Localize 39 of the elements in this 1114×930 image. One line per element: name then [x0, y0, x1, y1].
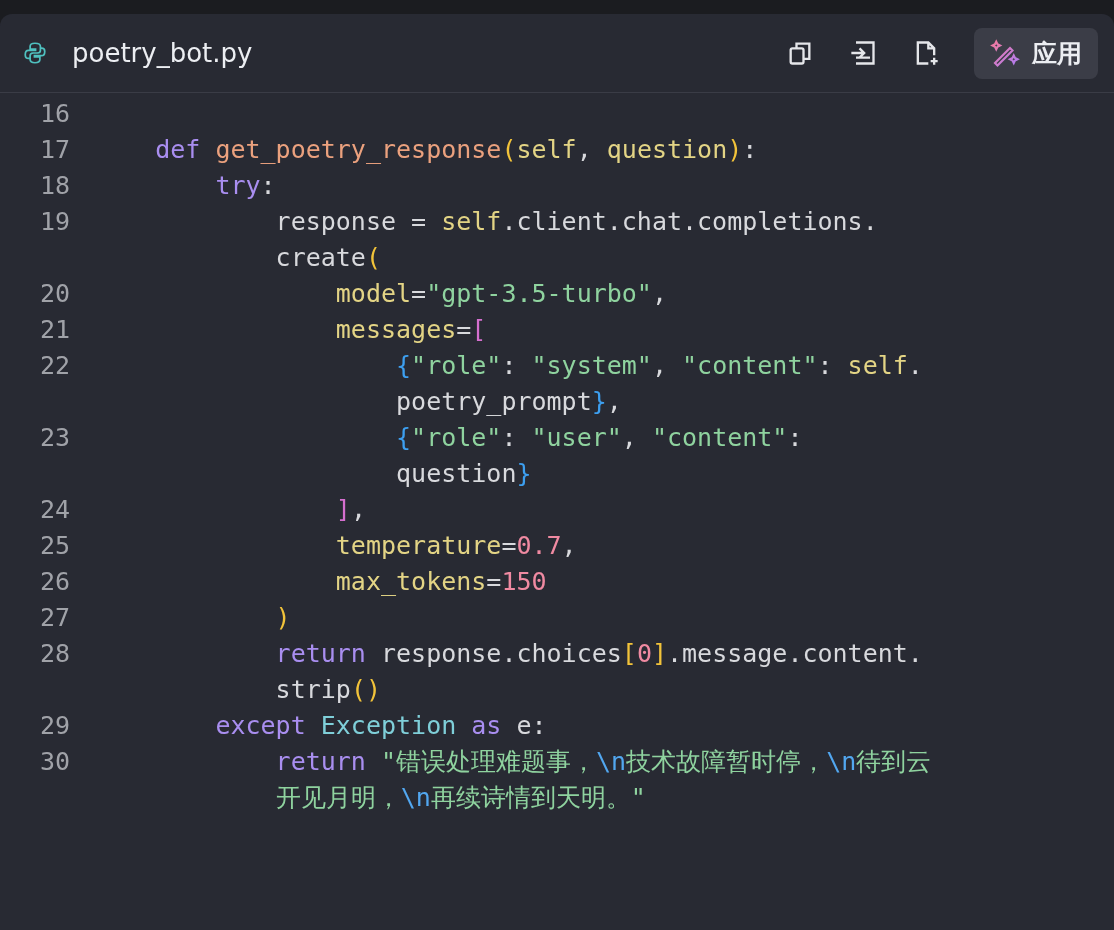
- line-number: 25: [38, 530, 70, 560]
- file-name: poetry_bot.py: [72, 38, 253, 68]
- code-line: create(: [274, 242, 381, 272]
- code-line: max_tokens=150: [334, 566, 547, 596]
- line-number: 22: [38, 350, 70, 380]
- line-number: 19: [38, 206, 70, 236]
- code-line: response = self.client.chat.completions.: [274, 206, 878, 236]
- line-number: 17: [38, 134, 70, 164]
- code-line: model="gpt-3.5-turbo",: [334, 278, 667, 308]
- code-line: strip(): [274, 674, 381, 704]
- line-number: 28: [38, 638, 70, 668]
- line-number: 27: [38, 602, 70, 632]
- code-line: 开见月明，\n再续诗情到天明。": [274, 781, 646, 814]
- file-type-icon: [22, 40, 48, 66]
- code-line: try:: [214, 170, 276, 200]
- line-number: 20: [38, 278, 70, 308]
- line-number: 24: [38, 494, 70, 524]
- code-line: {"role": "system", "content": self.: [395, 350, 923, 380]
- magic-wand-icon: [990, 38, 1020, 68]
- code-line: ): [274, 602, 291, 632]
- code-line: {"role": "user", "content":: [395, 422, 803, 452]
- code-line: def get_poetry_response(self, question):: [154, 134, 758, 164]
- line-number: 16: [38, 98, 70, 128]
- code-line: question}: [395, 458, 532, 488]
- line-number: 21: [38, 314, 70, 344]
- code-line: except Exception as e:: [214, 710, 547, 740]
- code-line: messages=[: [334, 314, 487, 344]
- code-line: poetry_prompt},: [395, 386, 622, 416]
- insert-icon[interactable]: [848, 39, 878, 67]
- line-number: 23: [38, 422, 70, 452]
- code-line: ],: [334, 494, 366, 524]
- line-number: 18: [38, 170, 70, 200]
- line-number: 26: [38, 566, 70, 596]
- code-line: return response.choices[0].message.content.: [274, 638, 923, 668]
- line-number: 30: [38, 746, 70, 776]
- code-line: return "错误处理难题事，\n技术故障暂时停，\n待到云: [274, 745, 932, 778]
- line-number: 29: [38, 710, 70, 740]
- code-line: temperature=0.7,: [334, 530, 577, 560]
- apply-button[interactable]: 应用: [974, 27, 1098, 79]
